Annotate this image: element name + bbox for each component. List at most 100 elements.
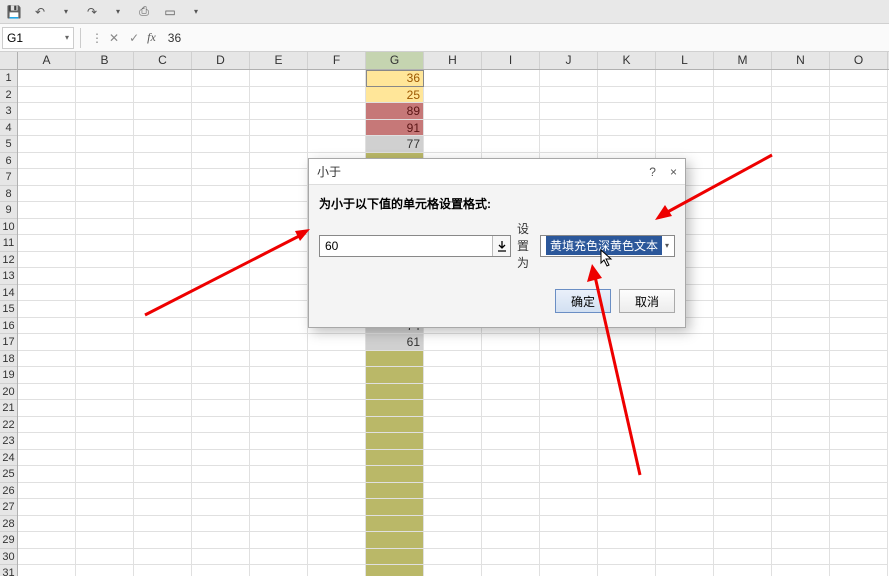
cell[interactable] bbox=[830, 70, 888, 87]
cell[interactable] bbox=[308, 450, 366, 467]
column-header[interactable]: I bbox=[482, 52, 540, 69]
cell[interactable] bbox=[714, 516, 772, 533]
cell[interactable] bbox=[308, 433, 366, 450]
cell[interactable] bbox=[192, 499, 250, 516]
column-header[interactable]: K bbox=[598, 52, 656, 69]
cell[interactable] bbox=[772, 351, 830, 368]
cell[interactable] bbox=[830, 483, 888, 500]
cell[interactable] bbox=[656, 417, 714, 434]
cell[interactable] bbox=[366, 499, 424, 516]
cell[interactable] bbox=[250, 483, 308, 500]
cell[interactable] bbox=[830, 367, 888, 384]
cell[interactable] bbox=[424, 483, 482, 500]
cell[interactable] bbox=[308, 334, 366, 351]
cell[interactable] bbox=[76, 268, 134, 285]
cell[interactable] bbox=[76, 516, 134, 533]
cell[interactable] bbox=[598, 516, 656, 533]
column-header[interactable]: A bbox=[18, 52, 76, 69]
cell[interactable] bbox=[830, 417, 888, 434]
row-header[interactable]: 28 bbox=[0, 516, 17, 533]
cell[interactable] bbox=[540, 516, 598, 533]
cell[interactable] bbox=[772, 235, 830, 252]
cell[interactable] bbox=[192, 318, 250, 335]
cell[interactable] bbox=[250, 87, 308, 104]
cell[interactable] bbox=[540, 417, 598, 434]
cell[interactable] bbox=[656, 466, 714, 483]
cell[interactable] bbox=[366, 466, 424, 483]
cell[interactable] bbox=[18, 351, 76, 368]
cell[interactable] bbox=[598, 565, 656, 576]
cell[interactable] bbox=[308, 367, 366, 384]
cell[interactable] bbox=[18, 252, 76, 269]
cell[interactable] bbox=[540, 532, 598, 549]
cell[interactable] bbox=[482, 70, 540, 87]
cell[interactable] bbox=[76, 450, 134, 467]
threshold-input[interactable] bbox=[320, 236, 492, 256]
cell[interactable] bbox=[482, 384, 540, 401]
cell[interactable] bbox=[714, 219, 772, 236]
cell[interactable] bbox=[308, 483, 366, 500]
cell[interactable] bbox=[250, 450, 308, 467]
cell[interactable] bbox=[76, 285, 134, 302]
cell[interactable] bbox=[540, 103, 598, 120]
cell[interactable] bbox=[714, 202, 772, 219]
cell[interactable] bbox=[482, 334, 540, 351]
cell[interactable] bbox=[714, 433, 772, 450]
cell[interactable] bbox=[772, 565, 830, 576]
cell[interactable] bbox=[714, 367, 772, 384]
cell[interactable] bbox=[598, 532, 656, 549]
cell[interactable] bbox=[192, 565, 250, 576]
cell[interactable] bbox=[18, 70, 76, 87]
column-header[interactable]: H bbox=[424, 52, 482, 69]
cell[interactable] bbox=[134, 417, 192, 434]
column-header[interactable]: G bbox=[366, 52, 424, 69]
save-icon[interactable]: 💾 bbox=[6, 5, 22, 19]
cell[interactable] bbox=[192, 87, 250, 104]
cell[interactable] bbox=[714, 417, 772, 434]
cell[interactable] bbox=[134, 268, 192, 285]
formula-input[interactable] bbox=[162, 24, 889, 51]
cell[interactable] bbox=[134, 565, 192, 576]
cell[interactable] bbox=[424, 384, 482, 401]
cell[interactable] bbox=[830, 565, 888, 576]
cell[interactable] bbox=[482, 120, 540, 137]
cell[interactable] bbox=[540, 367, 598, 384]
cell[interactable] bbox=[250, 268, 308, 285]
cell[interactable] bbox=[18, 532, 76, 549]
column-header[interactable]: N bbox=[772, 52, 830, 69]
row-header[interactable]: 12 bbox=[0, 252, 17, 269]
dialog-titlebar[interactable]: 小于 ? × bbox=[309, 159, 685, 185]
cell[interactable] bbox=[366, 400, 424, 417]
row-header[interactable]: 13 bbox=[0, 268, 17, 285]
cell[interactable] bbox=[482, 565, 540, 576]
cell[interactable] bbox=[192, 301, 250, 318]
cell[interactable] bbox=[830, 384, 888, 401]
cell[interactable] bbox=[656, 532, 714, 549]
cell[interactable] bbox=[18, 169, 76, 186]
column-header[interactable]: J bbox=[540, 52, 598, 69]
cell[interactable] bbox=[134, 153, 192, 170]
cell[interactable] bbox=[192, 285, 250, 302]
cell[interactable] bbox=[134, 400, 192, 417]
cell[interactable] bbox=[714, 136, 772, 153]
cell[interactable] bbox=[830, 120, 888, 137]
cell[interactable] bbox=[134, 549, 192, 566]
cell[interactable] bbox=[714, 532, 772, 549]
row-header[interactable]: 22 bbox=[0, 417, 17, 434]
cell[interactable] bbox=[656, 400, 714, 417]
cell[interactable] bbox=[76, 466, 134, 483]
cell[interactable] bbox=[366, 367, 424, 384]
cell[interactable] bbox=[714, 499, 772, 516]
fx-icon[interactable]: fx bbox=[147, 30, 156, 45]
cell[interactable] bbox=[250, 532, 308, 549]
cell[interactable] bbox=[598, 367, 656, 384]
cell[interactable] bbox=[250, 70, 308, 87]
cell[interactable] bbox=[192, 450, 250, 467]
cell[interactable] bbox=[134, 499, 192, 516]
cell[interactable] bbox=[18, 565, 76, 576]
cell[interactable] bbox=[192, 186, 250, 203]
cell[interactable] bbox=[482, 400, 540, 417]
cell[interactable] bbox=[134, 384, 192, 401]
cell[interactable] bbox=[366, 549, 424, 566]
cell[interactable] bbox=[76, 417, 134, 434]
